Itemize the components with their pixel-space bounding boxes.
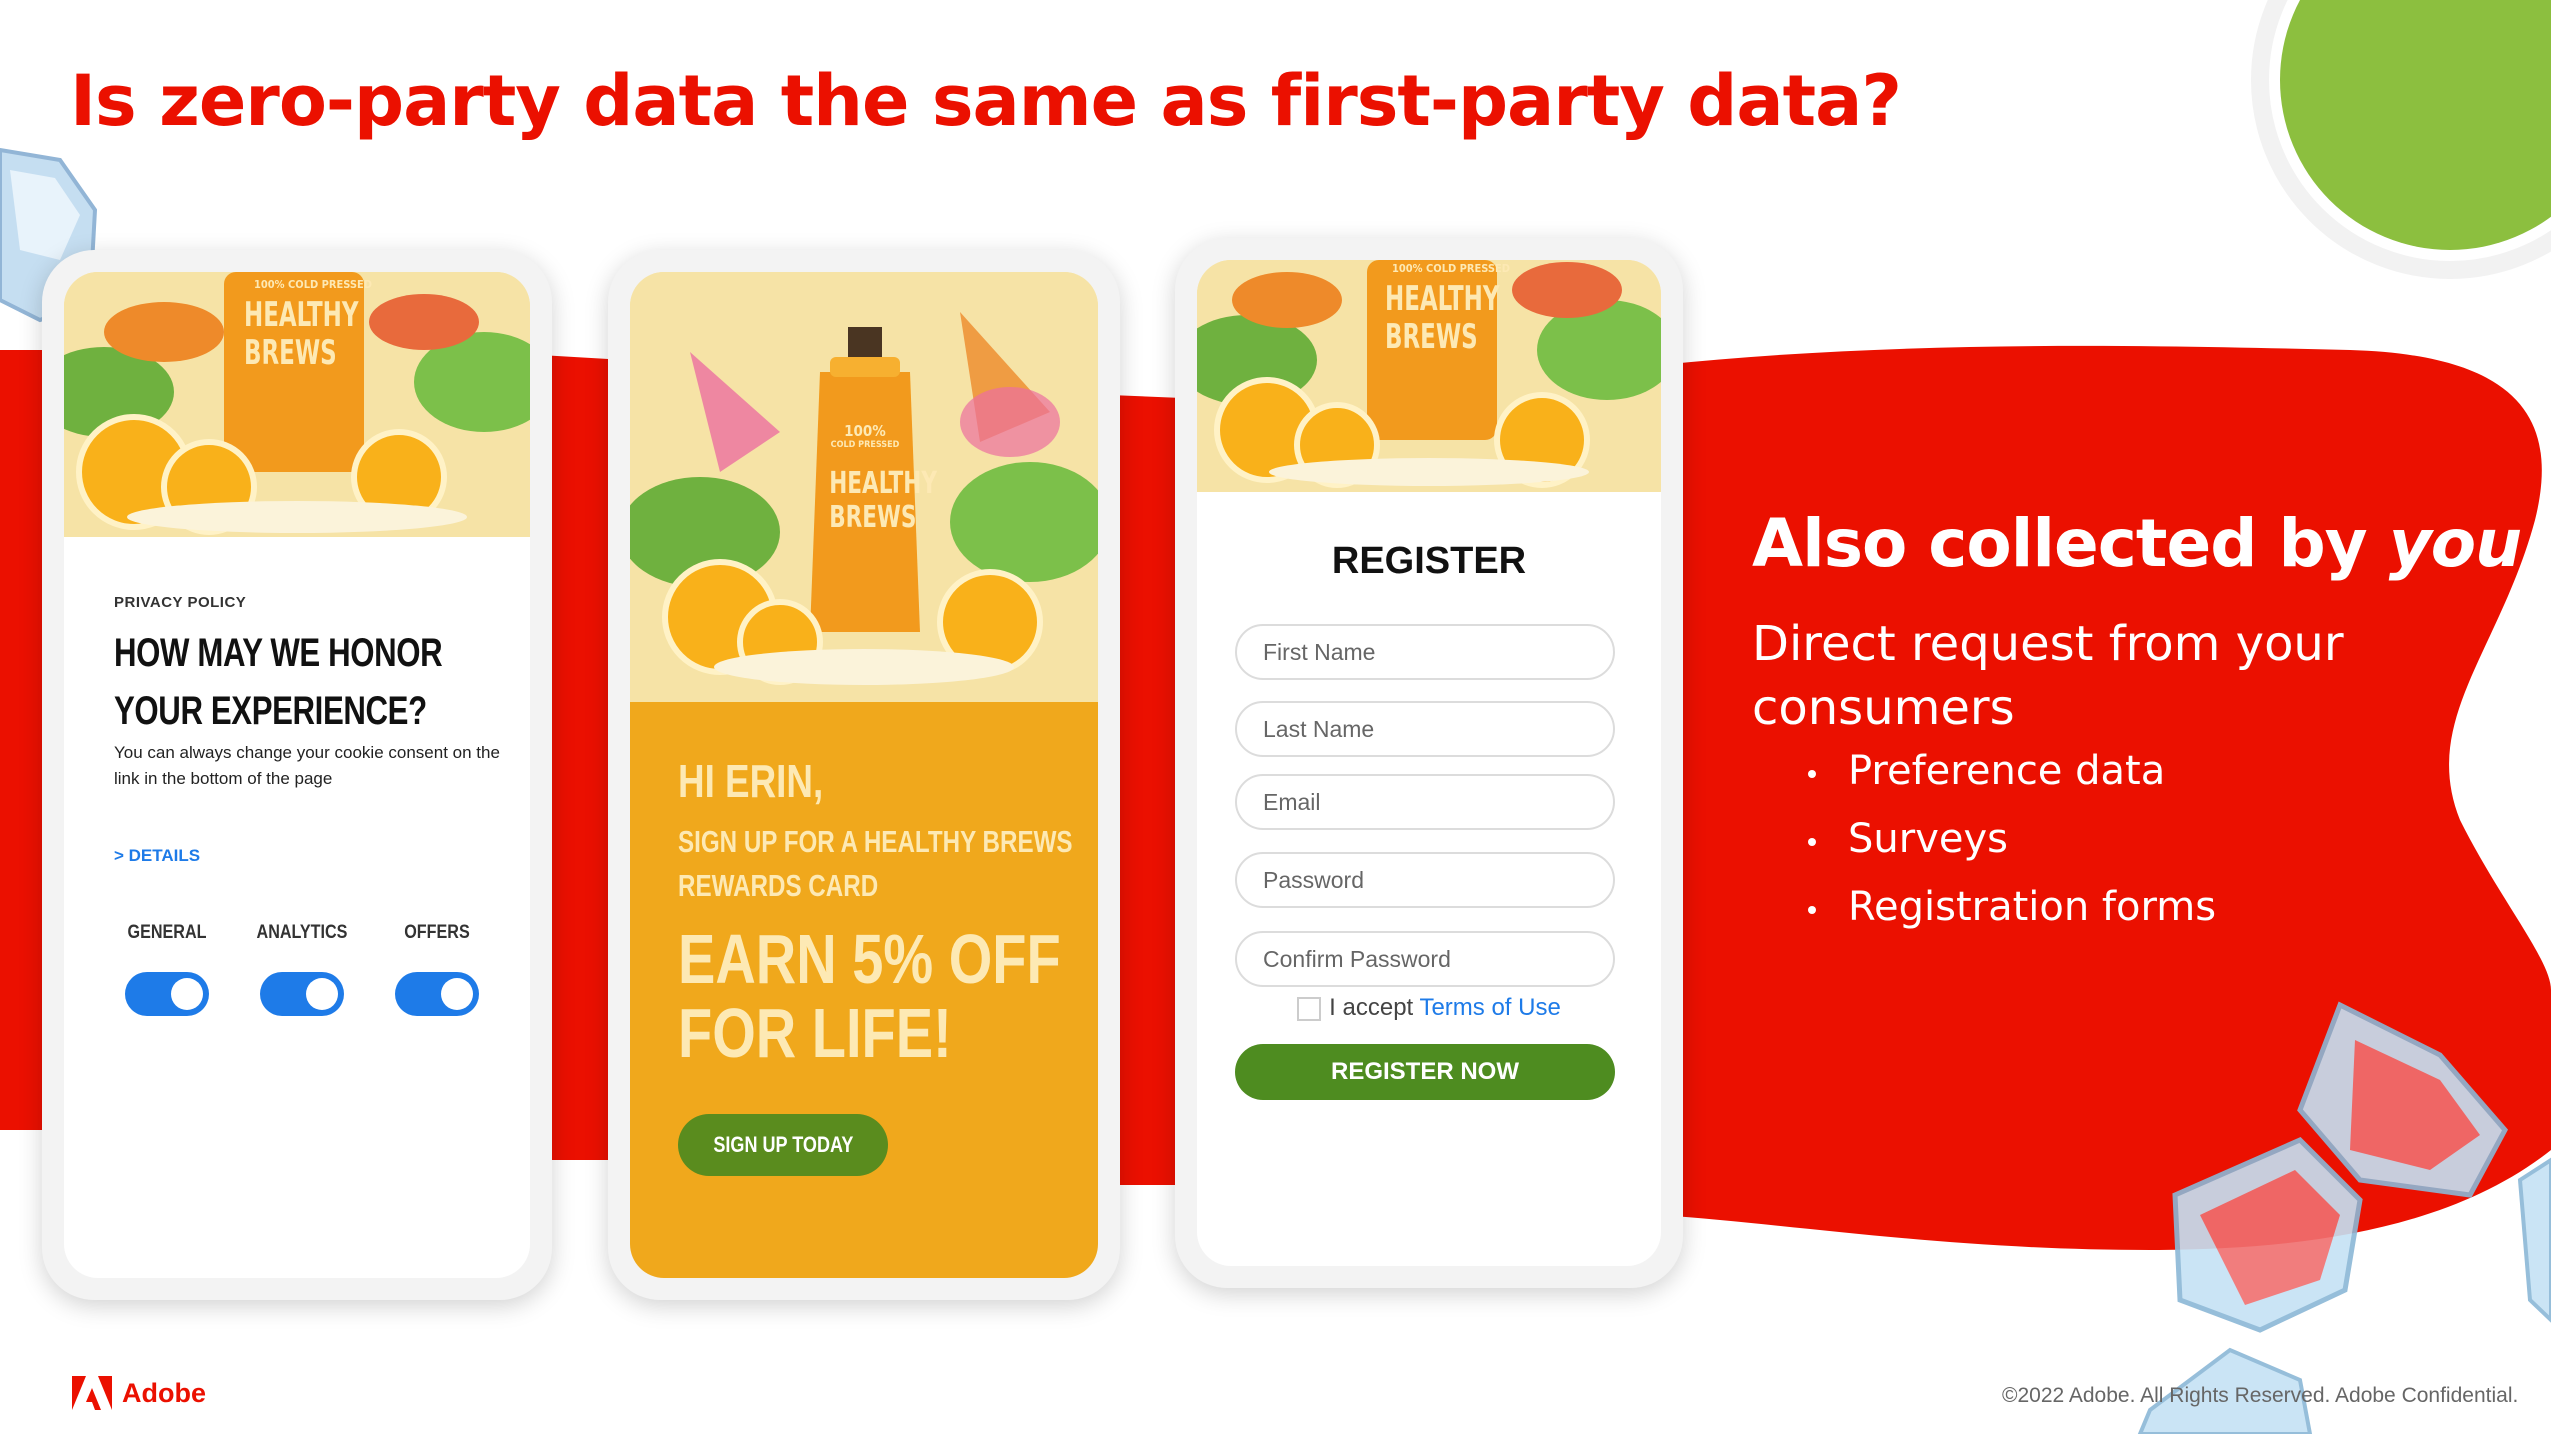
slide-title: Is zero-party data the same as first-par… — [70, 60, 1902, 142]
register-title: REGISTER — [1331, 540, 1527, 582]
toggle-knob — [306, 978, 338, 1010]
bullet-list: Preference data Surveys Registration for… — [1800, 748, 2216, 952]
privacy-label: PRIVACY POLICY — [114, 594, 247, 611]
heading-line: HOW MAY WE HONOR — [114, 631, 443, 675]
password-field[interactable] — [1235, 852, 1615, 908]
hero-small-text: 100% COLD PRESSED — [1392, 262, 1511, 275]
heading-main: Also collected by — [1752, 505, 2368, 582]
bullet-icon — [1808, 906, 1816, 914]
toggle-general[interactable]: GENERAL — [112, 922, 222, 1016]
privacy-heading: HOW MAY WE HONOR YOUR EXPERIENCE? — [114, 624, 443, 740]
hero-brand-line: HEALTHY — [1385, 279, 1500, 319]
hero-brand-line: BREWS — [1385, 317, 1478, 357]
list-item: Surveys — [1800, 816, 2216, 884]
bottle-label-line: 100% — [844, 422, 886, 440]
details-link[interactable]: > DETAILS — [114, 846, 200, 866]
earn-offer: EARN 5% OFF FOR LIFE! — [678, 922, 1061, 1070]
rewards-panel: HI ERIN, SIGN UP FOR A HEALTHY BREWS REW… — [630, 702, 1098, 1278]
heading-line: YOUR EXPERIENCE? — [114, 689, 427, 733]
hero-brand-line: HEALTHY — [244, 295, 359, 335]
button-label: SIGN UP TODAY — [712, 1132, 854, 1157]
phone-screen: 100% COLD PRESSED HEALTHY BREWS REGISTER… — [1197, 260, 1661, 1266]
bullet-icon — [1808, 838, 1816, 846]
bullet-icon — [1808, 770, 1816, 778]
phone-register: 100% COLD PRESSED HEALTHY BREWS REGISTER… — [1175, 238, 1683, 1288]
heading-emphasis: you — [2388, 505, 2522, 582]
adobe-logo-text: Adobe — [122, 1378, 206, 1408]
hero-image: 100% COLD PRESSED HEALTHY BREWS — [630, 272, 1098, 702]
bottle-label: 100% COLD PRESSED — [830, 422, 900, 450]
phone-screen: 100% COLD PRESSED HEALTHY BREWS PRIVACY … — [64, 272, 530, 1278]
hero-small-text: 100% COLD PRESSED — [254, 278, 373, 291]
right-heading: Also collected by you. — [1752, 505, 2546, 582]
toggle-switch[interactable] — [125, 972, 209, 1016]
toggle-analytics[interactable]: ANALYTICS — [247, 922, 357, 1016]
terms-link[interactable]: Terms of Use — [1419, 994, 1560, 1021]
toggle-offers[interactable]: OFFERS — [382, 922, 492, 1016]
earn-line: EARN 5% OFF — [678, 920, 1061, 998]
last-name-field[interactable] — [1235, 701, 1615, 757]
sign-up-button[interactable]: SIGN UP TODAY — [678, 1114, 888, 1176]
phone-screen: 100% COLD PRESSED HEALTHY BREWS HI ERIN,… — [630, 272, 1098, 1278]
bullet-text: Preference data — [1848, 748, 2166, 794]
bottle-brand: HEALTHY BREWS — [829, 466, 937, 535]
register-now-button[interactable]: REGISTER NOW — [1235, 1044, 1615, 1100]
email-field[interactable] — [1235, 774, 1615, 830]
toggle-switch[interactable] — [260, 972, 344, 1016]
copyright-text: ©2022 Adobe. All Rights Reserved. Adobe … — [2002, 1384, 2519, 1407]
toggle-label: GENERAL — [127, 922, 207, 943]
bottle-brand-line: BREWS — [829, 500, 917, 535]
list-item: Preference data — [1800, 748, 2216, 816]
toggle-label: OFFERS — [404, 922, 470, 943]
rewards-subtitle: SIGN UP FOR A HEALTHY BREWS REWARDS CARD — [678, 820, 1073, 908]
bullet-text: Registration forms — [1848, 884, 2217, 930]
confirm-password-field[interactable] — [1235, 931, 1615, 987]
hero-brand: HEALTHY BREWS — [244, 296, 358, 372]
accept-text: I accept — [1329, 994, 1414, 1021]
toggle-knob — [171, 978, 203, 1010]
bottle-label-line: COLD PRESSED — [830, 440, 900, 450]
list-item: Registration forms — [1800, 884, 2216, 952]
bottle-brand-line: HEALTHY — [829, 466, 937, 501]
toggle-switch[interactable] — [395, 972, 479, 1016]
heading-period: . — [2521, 505, 2546, 582]
toggle-label: ANALYTICS — [256, 922, 348, 943]
accept-checkbox[interactable] — [1297, 996, 1322, 1021]
subtitle-line: REWARDS CARD — [678, 868, 879, 903]
first-name-field[interactable] — [1235, 624, 1615, 680]
hero-image: 100% COLD PRESSED HEALTHY BREWS — [64, 272, 530, 537]
greeting: HI ERIN, — [678, 755, 824, 807]
adobe-logo-icon — [72, 1376, 112, 1410]
toggle-knob — [441, 978, 473, 1010]
accept-terms-row: I accept Terms of Use — [1197, 994, 1661, 1022]
hero-brand: HEALTHY BREWS — [1385, 280, 1499, 356]
right-subheading: Direct request from your consumers — [1752, 616, 2344, 736]
phone-rewards: 100% COLD PRESSED HEALTHY BREWS HI ERIN,… — [608, 250, 1120, 1300]
hero-image: 100% COLD PRESSED HEALTHY BREWS — [1197, 260, 1661, 492]
privacy-body: You can always change your cookie consen… — [114, 743, 500, 788]
bullet-text: Surveys — [1848, 816, 2008, 862]
earn-line: FOR LIFE! — [678, 994, 952, 1072]
subtitle-line: SIGN UP FOR A HEALTHY BREWS — [678, 824, 1073, 859]
hero-brand-line: BREWS — [244, 333, 337, 373]
phone-privacy: 100% COLD PRESSED HEALTHY BREWS PRIVACY … — [42, 250, 552, 1300]
